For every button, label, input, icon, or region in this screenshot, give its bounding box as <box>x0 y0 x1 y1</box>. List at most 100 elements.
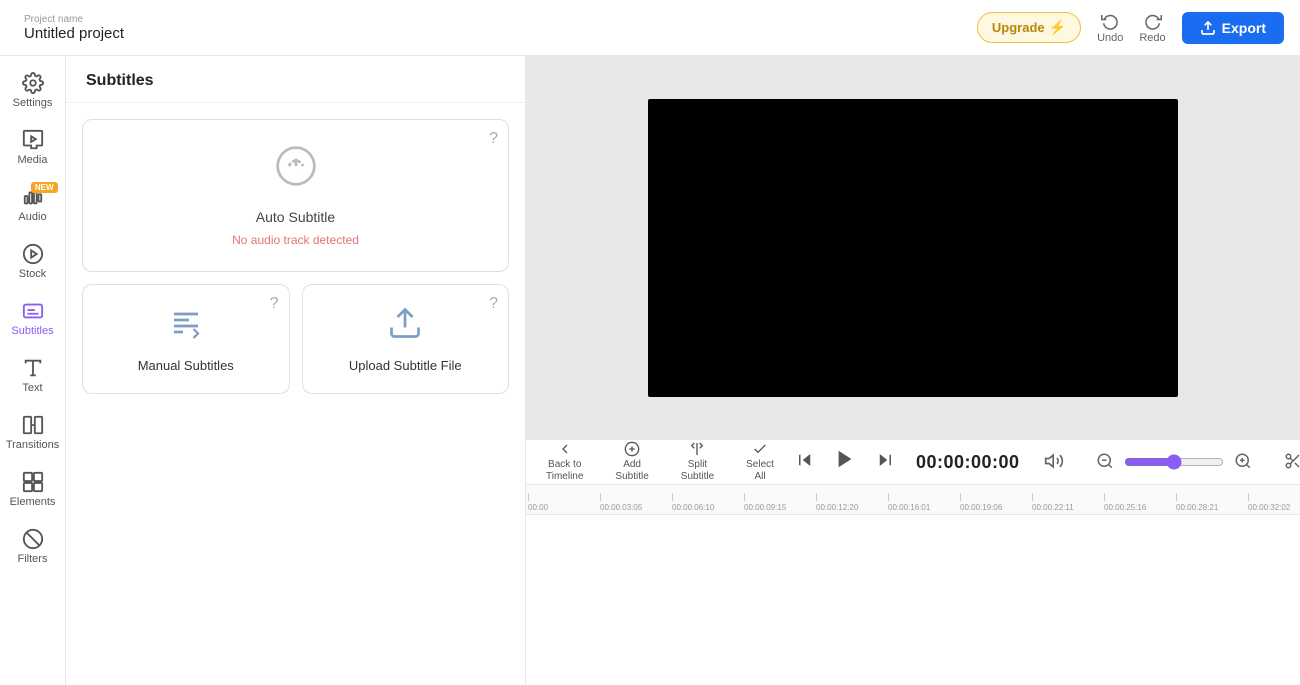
add-subtitle-label: AddSubtitle <box>615 459 648 483</box>
ruler-mark: 00:00:22:11 <box>1030 493 1102 514</box>
ruler-mark: 00:00:19:06 <box>958 493 1030 514</box>
ruler-mark: 00:00:03:05 <box>598 493 670 514</box>
elements-label: Elements <box>10 496 56 508</box>
topbar-left: Project name Untitled project <box>16 14 965 42</box>
sidebar-item-elements[interactable]: Elements <box>6 463 60 516</box>
split-subtitle-button[interactable]: SplitSubtitle <box>673 437 722 487</box>
export-icon <box>1200 20 1216 36</box>
ruler-mark: 00:00:28:21 <box>1174 493 1246 514</box>
redo-icon <box>1144 12 1162 30</box>
sidebar-item-media[interactable]: Media <box>6 121 60 174</box>
stock-label: Stock <box>19 268 47 280</box>
project-name-label: Project name <box>24 14 124 25</box>
sidebar-item-filters[interactable]: Filters <box>6 520 60 573</box>
project-name: Untitled project <box>24 25 124 42</box>
back-to-timeline-button[interactable]: Back toTimeline <box>538 437 591 487</box>
zoom-in-button[interactable] <box>1230 448 1256 477</box>
new-badge: NEW <box>31 182 58 193</box>
play-button[interactable] <box>824 444 866 480</box>
split-icon <box>689 441 705 457</box>
timeline-ruler: 00:0000:00:03:0500:00:06:1000:00:09:1500… <box>526 485 1300 685</box>
upload-subtitle-card[interactable]: ? Upload Subtitle File <box>302 284 510 394</box>
fast-forward-button[interactable] <box>870 447 900 478</box>
ruler-mark: 00:00:12:20 <box>814 493 886 514</box>
manual-subtitle-icon <box>168 305 204 348</box>
preview-area: Back toTimeline AddSubtitle SplitSub <box>526 56 1300 685</box>
settings-label: Settings <box>13 97 53 109</box>
topbar-right: Upgrade ⚡ Undo Redo <box>977 8 1284 48</box>
upload-subtitle-help-icon[interactable]: ? <box>489 295 498 313</box>
ruler-marks: 00:0000:00:03:0500:00:06:1000:00:09:1500… <box>526 485 1300 514</box>
settings-icon <box>22 72 44 94</box>
subtitles-content: ? Auto Subtitle No audio track detected … <box>66 103 525 410</box>
zoom-area <box>1084 448 1264 477</box>
add-icon <box>624 441 640 457</box>
ruler-mark: 00:00:16:01 <box>886 493 958 514</box>
sidebar-item-text[interactable]: Text <box>6 349 60 402</box>
filters-icon <box>22 528 44 550</box>
sidebar-item-transitions[interactable]: Transitions <box>6 406 60 459</box>
sidebar-item-settings[interactable]: Settings <box>6 64 60 117</box>
scissors-icon <box>1284 452 1300 470</box>
filters-label: Filters <box>18 553 48 565</box>
video-screen <box>648 99 1178 397</box>
undo-redo-group: Undo Redo <box>1091 8 1172 48</box>
project-info: Project name Untitled project <box>24 14 124 42</box>
video-container <box>526 56 1300 439</box>
ruler-track: 00:0000:00:03:0500:00:06:1000:00:09:1500… <box>526 485 1300 515</box>
elements-icon <box>22 471 44 493</box>
zoom-out-button[interactable] <box>1092 448 1118 477</box>
subtitles-title: Subtitles <box>86 72 154 89</box>
select-all-icon <box>752 441 768 457</box>
media-icon <box>22 129 44 151</box>
rewind-button[interactable] <box>790 447 820 478</box>
topbar: Project name Untitled project Upgrade ⚡ … <box>0 0 1300 56</box>
ruler-mark: 00:00:09:15 <box>742 493 814 514</box>
volume-icon <box>1044 451 1064 471</box>
auto-subtitle-error: No audio track detected <box>232 233 359 247</box>
manual-subtitle-label: Manual Subtitles <box>138 358 234 373</box>
rewind-icon <box>796 451 814 469</box>
zoom-slider[interactable] <box>1124 454 1224 470</box>
ruler-mark: 00:00:25:16 <box>1102 493 1174 514</box>
transitions-icon <box>22 414 44 436</box>
undo-label: Undo <box>1097 32 1123 44</box>
manual-subtitle-help-icon[interactable]: ? <box>270 295 279 313</box>
zoom-in-icon <box>1234 452 1252 470</box>
sidebar-icons: Settings Media NEW Audio Stoc <box>0 56 66 685</box>
lightning-icon: ⚡ <box>1049 19 1066 36</box>
scissors-button[interactable] <box>1280 448 1300 477</box>
auto-subtitle-card: ? Auto Subtitle No audio track detected <box>82 119 509 272</box>
timeline-toolbar: Back toTimeline AddSubtitle SplitSub <box>526 439 1300 485</box>
sidebar-item-subtitles[interactable]: Subtitles <box>6 292 60 345</box>
time-display: 00:00:00:00 <box>916 452 1020 473</box>
zoom-out-icon <box>1096 452 1114 470</box>
ruler-mark: 00:00:32:02 <box>1246 493 1300 514</box>
undo-icon <box>1101 12 1119 30</box>
text-icon <box>22 357 44 379</box>
sidebar-item-audio[interactable]: NEW Audio <box>6 178 60 231</box>
subtitles-icon <box>22 300 44 322</box>
upgrade-label: Upgrade <box>992 20 1045 35</box>
sidebar-item-stock[interactable]: Stock <box>6 235 60 288</box>
select-all-button[interactable]: SelectAll <box>738 437 782 487</box>
redo-button[interactable]: Redo <box>1133 8 1171 48</box>
select-all-label: SelectAll <box>746 459 774 483</box>
upload-subtitle-label: Upload Subtitle File <box>349 358 462 373</box>
auto-subtitle-help-icon[interactable]: ? <box>489 130 498 148</box>
main-layout: Settings Media NEW Audio Stoc <box>0 56 1300 685</box>
stock-icon <box>22 243 44 265</box>
upgrade-button[interactable]: Upgrade ⚡ <box>977 12 1081 43</box>
subtitles-label: Subtitles <box>11 325 53 337</box>
ruler-mark: 00:00:06:10 <box>670 493 742 514</box>
subtitles-panel-header: Subtitles <box>66 56 525 103</box>
play-icon <box>834 448 856 470</box>
volume-button[interactable] <box>1040 447 1068 478</box>
undo-button[interactable]: Undo <box>1091 8 1129 48</box>
redo-label: Redo <box>1139 32 1165 44</box>
manual-subtitle-card[interactable]: ? Manual Subtitles <box>82 284 290 394</box>
auto-subtitle-icon <box>274 144 318 197</box>
export-button[interactable]: Export <box>1182 12 1284 44</box>
add-subtitle-button[interactable]: AddSubtitle <box>607 437 656 487</box>
split-subtitle-label: SplitSubtitle <box>681 459 714 483</box>
